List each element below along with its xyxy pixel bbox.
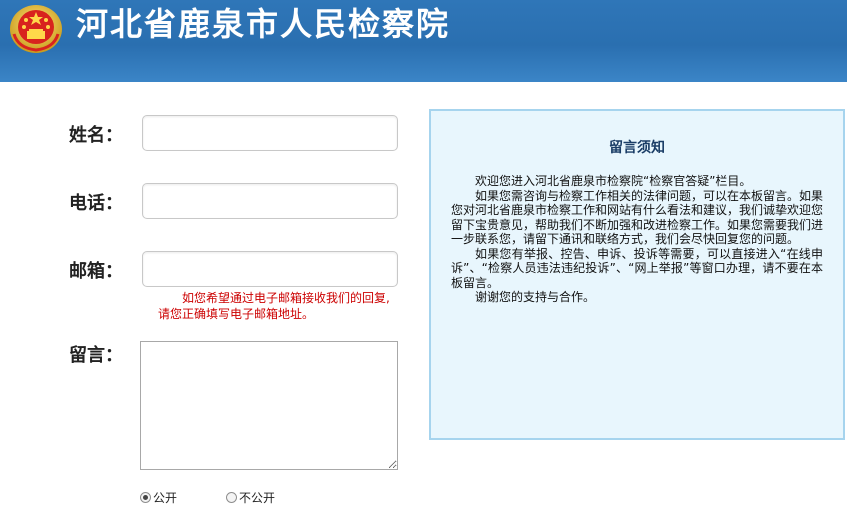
radio-public-label: 公开 bbox=[153, 491, 178, 505]
site-header: 河北省鹿泉市人民检察院 bbox=[0, 0, 847, 82]
notice-box: 留言须知 欢迎您进入河北省鹿泉市检察院“检察官答疑”栏目。 如果您需咨询与检察工… bbox=[429, 109, 845, 440]
phone-label: 电话： bbox=[69, 193, 123, 213]
radio-public-circle[interactable] bbox=[140, 492, 151, 503]
radio-private[interactable]: 不公开 bbox=[226, 489, 275, 506]
email-hint-line1: 如您希望通过电子邮箱接收我们的回复, bbox=[182, 291, 390, 305]
phone-input[interactable] bbox=[142, 183, 398, 219]
notice-paragraph: 欢迎您进入河北省鹿泉市检察院“检察官答疑”栏目。 bbox=[475, 174, 752, 188]
radio-private-circle[interactable] bbox=[226, 492, 237, 503]
national-emblem-icon bbox=[10, 5, 62, 53]
radio-public[interactable]: 公开 bbox=[140, 489, 177, 506]
name-label: 姓名： bbox=[69, 125, 123, 145]
message-label: 留言： bbox=[69, 345, 123, 365]
name-input[interactable] bbox=[142, 115, 398, 151]
notice-paragraph: 如果您有举报、控告、申诉、投诉等需要，可以直接进入“在线申诉”、“检察人员违法违… bbox=[451, 246, 823, 290]
notice-paragraph: 如果您需咨询与检察工作相关的法律问题，可以在本板留言。如果您对河北省鹿泉市检察工… bbox=[451, 188, 824, 247]
notice-body: 欢迎您进入河北省鹿泉市检察院“检察官答疑”栏目。 如果您需咨询与检察工作相关的法… bbox=[451, 174, 823, 305]
notice-title: 留言须知 bbox=[609, 140, 665, 156]
notice-paragraph: 谢谢您的支持与合作。 bbox=[475, 290, 596, 304]
radio-private-label: 不公开 bbox=[239, 491, 276, 505]
email-hint: 如您希望通过电子邮箱接收我们的回复, 请您正确填写电子邮箱地址。 bbox=[150, 290, 400, 322]
email-label: 邮箱： bbox=[69, 261, 123, 281]
message-textarea[interactable] bbox=[140, 341, 398, 470]
email-hint-line2: 请您正确填写电子邮箱地址。 bbox=[158, 307, 315, 321]
email-input[interactable] bbox=[142, 251, 398, 287]
site-title: 河北省鹿泉市人民检察院 bbox=[76, 6, 451, 42]
